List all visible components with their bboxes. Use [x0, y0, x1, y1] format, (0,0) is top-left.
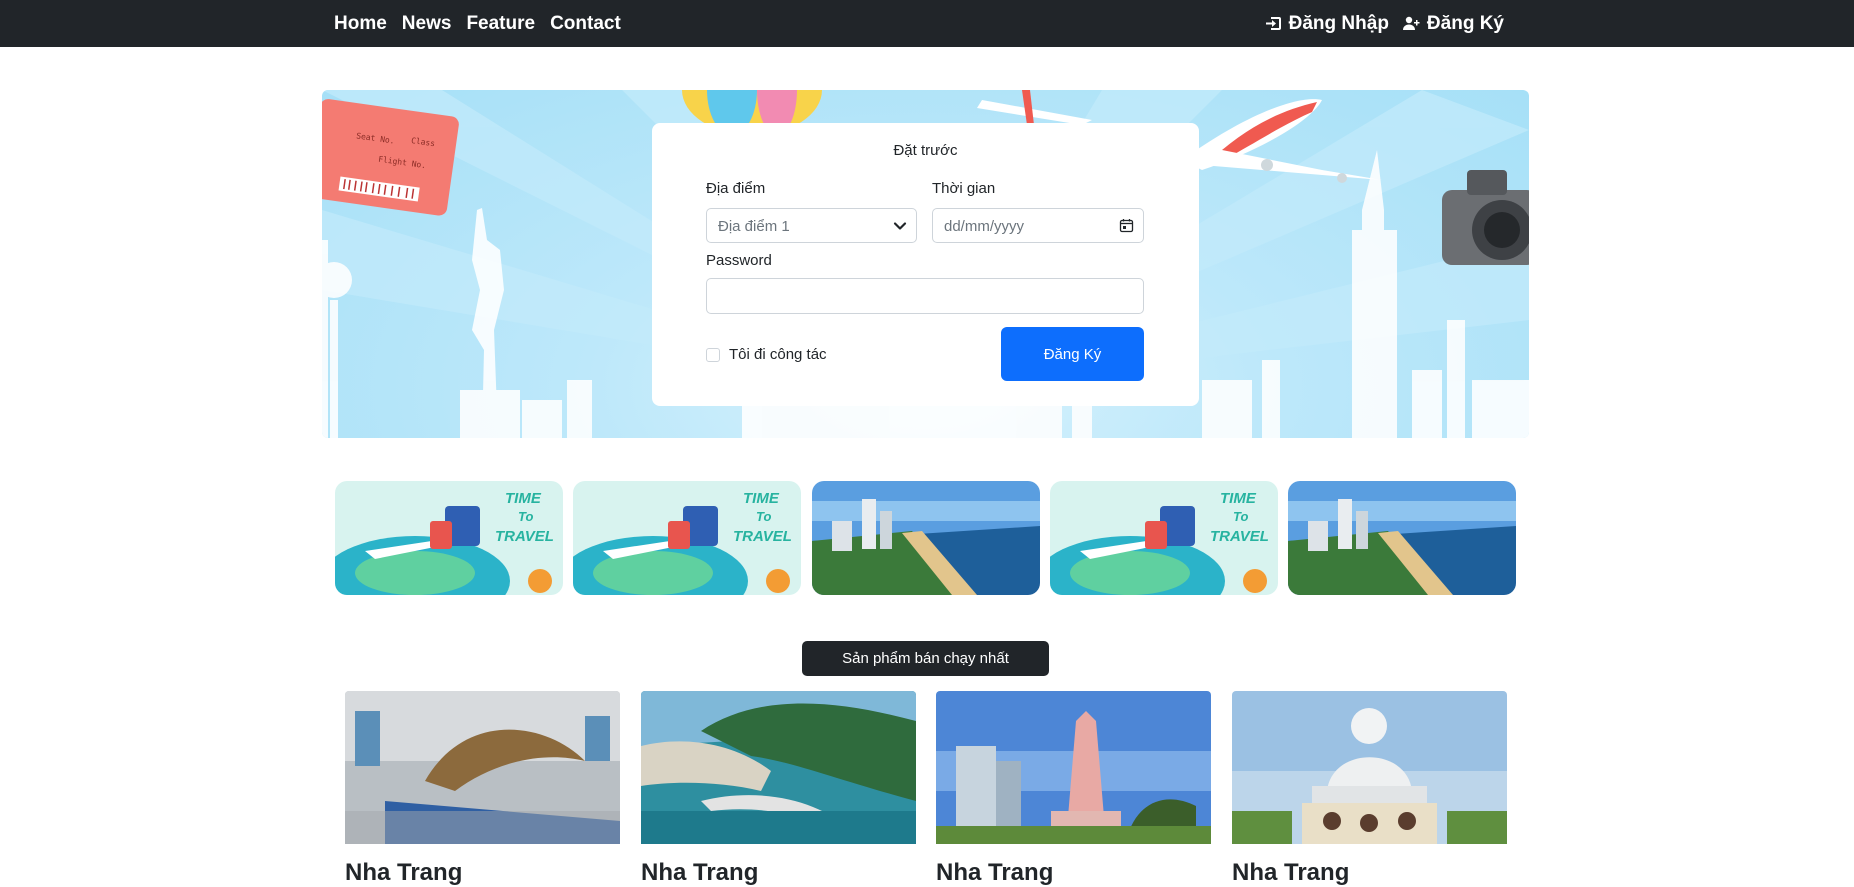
business-trip-checkbox-row[interactable]: Tôi đi công tác	[706, 346, 827, 363]
product-card[interactable]: Nha Trang	[936, 691, 1211, 886]
image-carousel: TIME To TRAVEL TIME To TRAVEL TIME To TR…	[335, 481, 1518, 596]
carousel-thumb[interactable]: TIME To TRAVEL	[335, 481, 563, 595]
poster-text-travel: TRAVEL	[495, 528, 554, 545]
bay-aerial-image	[641, 691, 916, 844]
product-photo	[936, 691, 1211, 844]
auth-links: Đăng Nhập Đăng Ký	[1265, 0, 1504, 47]
product-title: Nha Trang	[641, 859, 759, 886]
travel-poster-image: TIME To TRAVEL	[1050, 481, 1278, 595]
business-trip-checkbox[interactable]	[706, 347, 720, 362]
nav-links: Home News Feature Contact	[334, 0, 621, 47]
location-selected-value: Địa điểm 1	[718, 218, 790, 235]
business-trip-label: Tôi đi công tác	[729, 346, 827, 363]
product-card[interactable]: Nha Trang	[345, 691, 620, 886]
date-placeholder: dd/mm/yyyy	[944, 218, 1025, 235]
product-photo	[345, 691, 620, 844]
product-title: Nha Trang	[1232, 859, 1350, 886]
poster-text-travel: TRAVEL	[733, 528, 792, 545]
register-link[interactable]: Đăng Ký	[1402, 12, 1504, 35]
register-submit-button[interactable]: Đăng Ký	[1001, 327, 1144, 381]
date-input[interactable]: dd/mm/yyyy	[932, 208, 1144, 243]
product-title: Nha Trang	[936, 859, 1054, 886]
plane-ticket: Seat No. Class Flight No.	[322, 99, 459, 216]
white-buddha-statue-image	[1232, 691, 1507, 844]
calendar-icon[interactable]	[1119, 218, 1134, 233]
carousel-thumb[interactable]	[812, 481, 1040, 595]
chevron-down-icon	[893, 222, 907, 230]
booking-form: Đặt trước Địa điểm Thời gian Địa điểm 1 …	[652, 123, 1199, 406]
user-plus-icon	[1402, 16, 1420, 30]
password-label: Password	[706, 252, 772, 269]
carousel-thumb[interactable]	[1288, 481, 1516, 595]
hero-banner: Seat No. Class Flight No. Đặt trước Địa …	[322, 90, 1529, 438]
nav-home-link[interactable]: Home	[334, 13, 387, 35]
carousel-thumb[interactable]: TIME To TRAVEL	[1050, 481, 1278, 595]
location-label: Địa điểm	[706, 180, 766, 197]
product-card[interactable]: Nha Trang	[1232, 691, 1507, 886]
nav-contact-link[interactable]: Contact	[550, 13, 621, 35]
product-card[interactable]: Nha Trang	[641, 691, 916, 886]
poster-text-to: To	[518, 509, 533, 524]
poster-text-time: TIME	[743, 490, 780, 507]
product-photo	[1232, 691, 1507, 844]
time-label: Thời gian	[932, 180, 996, 197]
travel-poster-image: TIME To TRAVEL	[573, 481, 801, 595]
login-link[interactable]: Đăng Nhập	[1265, 13, 1389, 35]
carousel-thumb[interactable]: TIME To TRAVEL	[573, 481, 801, 595]
beach-city-image	[1288, 481, 1516, 595]
product-title: Nha Trang	[345, 859, 463, 886]
nav-feature-link[interactable]: Feature	[466, 13, 535, 35]
password-field[interactable]	[706, 278, 1144, 314]
poster-text-to: To	[1233, 509, 1248, 524]
poster-text-travel: TRAVEL	[1210, 528, 1269, 545]
museum-whale-skeleton-image	[345, 691, 620, 844]
travel-poster-image: TIME To TRAVEL	[335, 481, 563, 595]
nav-news-link[interactable]: News	[402, 13, 452, 35]
product-photo	[641, 691, 916, 844]
sign-in-icon	[1265, 17, 1281, 30]
booking-title: Đặt trước	[893, 142, 958, 159]
camera	[1442, 170, 1529, 265]
beach-city-image	[812, 481, 1040, 595]
location-select[interactable]: Địa điểm 1	[706, 208, 917, 243]
bestseller-heading-button[interactable]: Sản phẩm bán chạy nhất	[802, 641, 1049, 676]
login-label: Đăng Nhập	[1288, 12, 1389, 34]
register-label: Đăng Ký	[1426, 12, 1504, 34]
poster-text-time: TIME	[505, 490, 542, 507]
poster-text-time: TIME	[1220, 490, 1257, 507]
poster-text-to: To	[756, 509, 771, 524]
top-navbar: Home News Feature Contact Đăng Nhập Đăng…	[0, 0, 1854, 47]
airplane-small	[977, 90, 1092, 125]
tower-monument-image	[936, 691, 1211, 844]
